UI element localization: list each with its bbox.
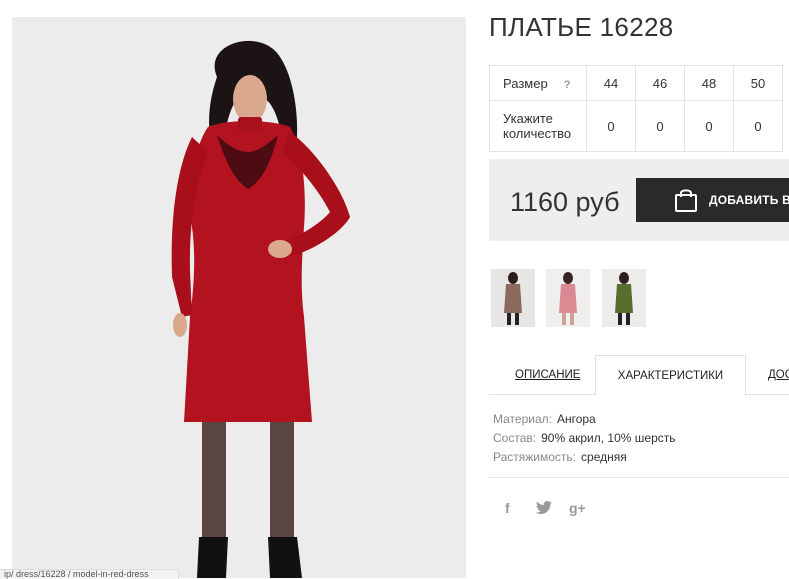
add-to-cart-button[interactable]: ДОБАВИТЬ В З xyxy=(636,178,789,222)
size-48: 48 xyxy=(684,65,734,101)
product-tabs: ОПИСАНИЕ ХАРАКТЕРИСТИКИ ДОС xyxy=(489,355,789,396)
model-in-red-dress-image xyxy=(12,17,466,578)
spec-row-material: Материал: Ангора xyxy=(493,412,596,426)
quantity-label: Укажите количество xyxy=(489,100,587,152)
twitter-icon[interactable] xyxy=(536,501,552,517)
size-44: 44 xyxy=(586,65,636,101)
size-50: 50 xyxy=(733,65,783,101)
quantity-input-50[interactable]: 0 xyxy=(733,100,783,152)
section-divider xyxy=(489,477,789,478)
add-to-cart-label: ДОБАВИТЬ В З xyxy=(709,193,789,207)
dress-thumb-pink[interactable] xyxy=(546,269,590,327)
tab-delivery[interactable]: ДОС xyxy=(768,355,789,395)
size-table: Размер? 44 46 48 50 Укажите количество 0… xyxy=(489,65,783,152)
size-help-icon[interactable]: ? xyxy=(564,79,571,91)
spec-row-composition: Состав: 90% акрил, 10% шерсть xyxy=(493,431,676,445)
price: 1160 руб xyxy=(510,187,620,217)
shopping-bag-icon xyxy=(674,187,698,216)
tab-description[interactable]: ОПИСАНИЕ xyxy=(515,355,580,395)
dress-thumb-brown[interactable] xyxy=(491,269,535,327)
spec-row-stretch: Растяжимость: средняя xyxy=(493,450,627,464)
buy-panel: 1160 руб ДОБАВИТЬ В З xyxy=(489,159,789,241)
product-photo[interactable] xyxy=(12,17,466,578)
googleplus-icon[interactable]: g+ xyxy=(569,500,586,516)
quantity-input-46[interactable]: 0 xyxy=(635,100,685,152)
facebook-icon[interactable]: f xyxy=(505,500,510,516)
tab-characteristics[interactable]: ХАРАКТЕРИСТИКИ xyxy=(595,355,746,396)
size-46: 46 xyxy=(635,65,685,101)
size-label: Размер xyxy=(503,75,548,91)
quantity-input-44[interactable]: 0 xyxy=(586,100,636,152)
product-title: ПЛАТЬЕ 16228 xyxy=(489,12,674,42)
dress-thumb-green[interactable] xyxy=(602,269,646,327)
size-label-cell: Размер? xyxy=(489,65,587,101)
quantity-input-48[interactable]: 0 xyxy=(684,100,734,152)
specs-list: Материал: Ангора Состав: 90% акрил, 10% ше… xyxy=(493,410,676,467)
